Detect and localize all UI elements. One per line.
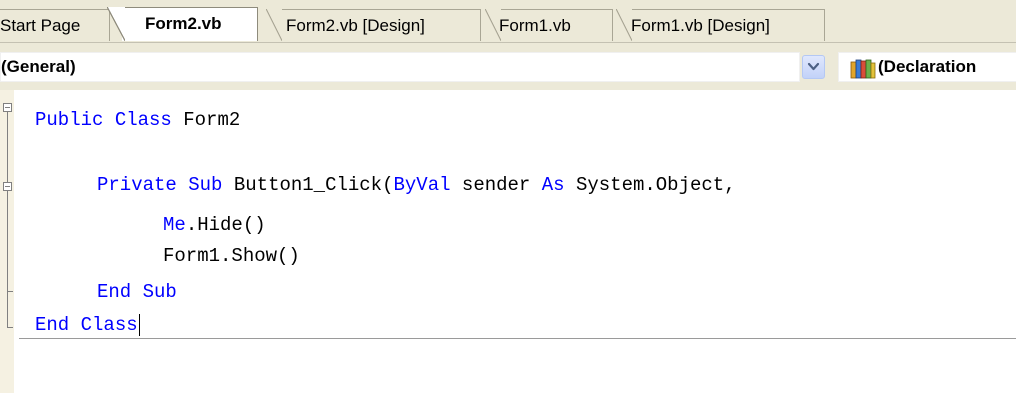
keyword: ByVal (393, 174, 451, 196)
tab-form2-design[interactable]: Form2.vb [Design] (266, 9, 481, 41)
keyword: Private (97, 174, 177, 196)
keyword: Class (80, 314, 138, 336)
document-tab-strip: Start Page Form2.vb Form2.vb [Design] Fo… (0, 0, 1016, 43)
keyword: Me (163, 214, 186, 236)
keyword: Class (114, 109, 172, 131)
code-navigation-bar: (General) (Declaration (0, 43, 1016, 90)
code-line-3: Private Sub Button1_Click(ByVal sender A… (97, 172, 736, 198)
tab-form1-design[interactable]: Form1.vb [Design] (616, 9, 825, 41)
class-combo-dropdown-button[interactable] (802, 55, 825, 79)
identifier: .Hide() (185, 214, 266, 236)
keyword: Public (35, 109, 104, 131)
code-editor[interactable]: Public Class Form2 Private Sub Button1_C… (0, 90, 1016, 393)
identifier: System.Object, (575, 174, 736, 196)
collapse-sub-icon (3, 182, 12, 191)
keyword: End (97, 281, 132, 303)
code-line-1: Public Class Form2 (35, 107, 240, 133)
tab-start-page[interactable]: Start Page (0, 9, 110, 41)
code-line-7: End Class (35, 312, 140, 338)
keyword: As (541, 174, 565, 196)
code-line-6: End Sub (97, 279, 177, 305)
tab-label: Form2.vb (145, 14, 222, 33)
identifier: sender (461, 174, 531, 196)
tab-label: Start Page (0, 16, 81, 35)
code-line-5: Form1.Show() (163, 243, 300, 269)
identifier: Form2 (183, 109, 241, 131)
keyword: Sub (188, 174, 223, 196)
chevron-down-icon (807, 62, 820, 71)
identifier: Button1_Click( (233, 174, 394, 196)
books-icon (850, 59, 876, 79)
tab-form2-vb[interactable]: Form2.vb (107, 7, 258, 41)
tab-label: Form1.vb (499, 16, 571, 35)
keyword: Sub (142, 281, 177, 303)
members-combo-value: (Declaration (878, 57, 977, 76)
outlining-margin (3, 103, 13, 328)
current-line-rule (19, 338, 1016, 339)
text-caret (138, 313, 140, 336)
tab-label: Form1.vb [Design] (631, 16, 770, 35)
class-combo-value: (General) (1, 57, 76, 76)
tab-form1-vb[interactable]: Form1.vb (485, 9, 613, 41)
code-line-4: Me.Hide() (163, 212, 266, 238)
keyword: End (35, 314, 70, 336)
identifier: Form1.Show() (163, 245, 300, 267)
tab-label: Form2.vb [Design] (286, 16, 425, 35)
collapse-class-icon (3, 103, 12, 112)
class-name-combo[interactable]: (General) (0, 52, 800, 82)
